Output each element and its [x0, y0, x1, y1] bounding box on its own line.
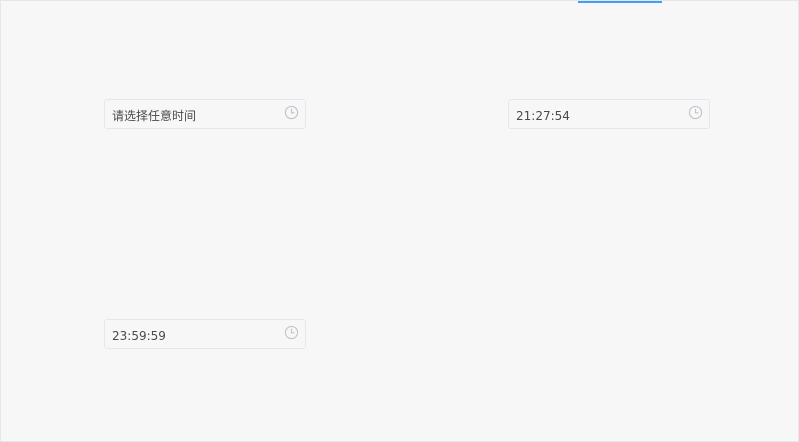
time-picker-value: 21:27:54 — [516, 109, 570, 123]
time-picker-value: 23:59:59 — [112, 329, 166, 343]
time-picker-fixed[interactable]: 21:27:54 — [508, 99, 710, 129]
clock-icon — [688, 105, 703, 120]
time-picker-any[interactable]: 请选择任意时间 — [104, 99, 306, 129]
page-frame: 请选择任意时间 21:27:54 23:59:59 — [0, 0, 799, 442]
time-picker-placeholder: 请选择任意时间 — [112, 109, 197, 123]
clock-icon — [284, 325, 299, 340]
time-picker-end[interactable]: 23:59:59 — [104, 319, 306, 349]
clock-icon — [284, 105, 299, 120]
active-tab-indicator — [578, 1, 662, 3]
